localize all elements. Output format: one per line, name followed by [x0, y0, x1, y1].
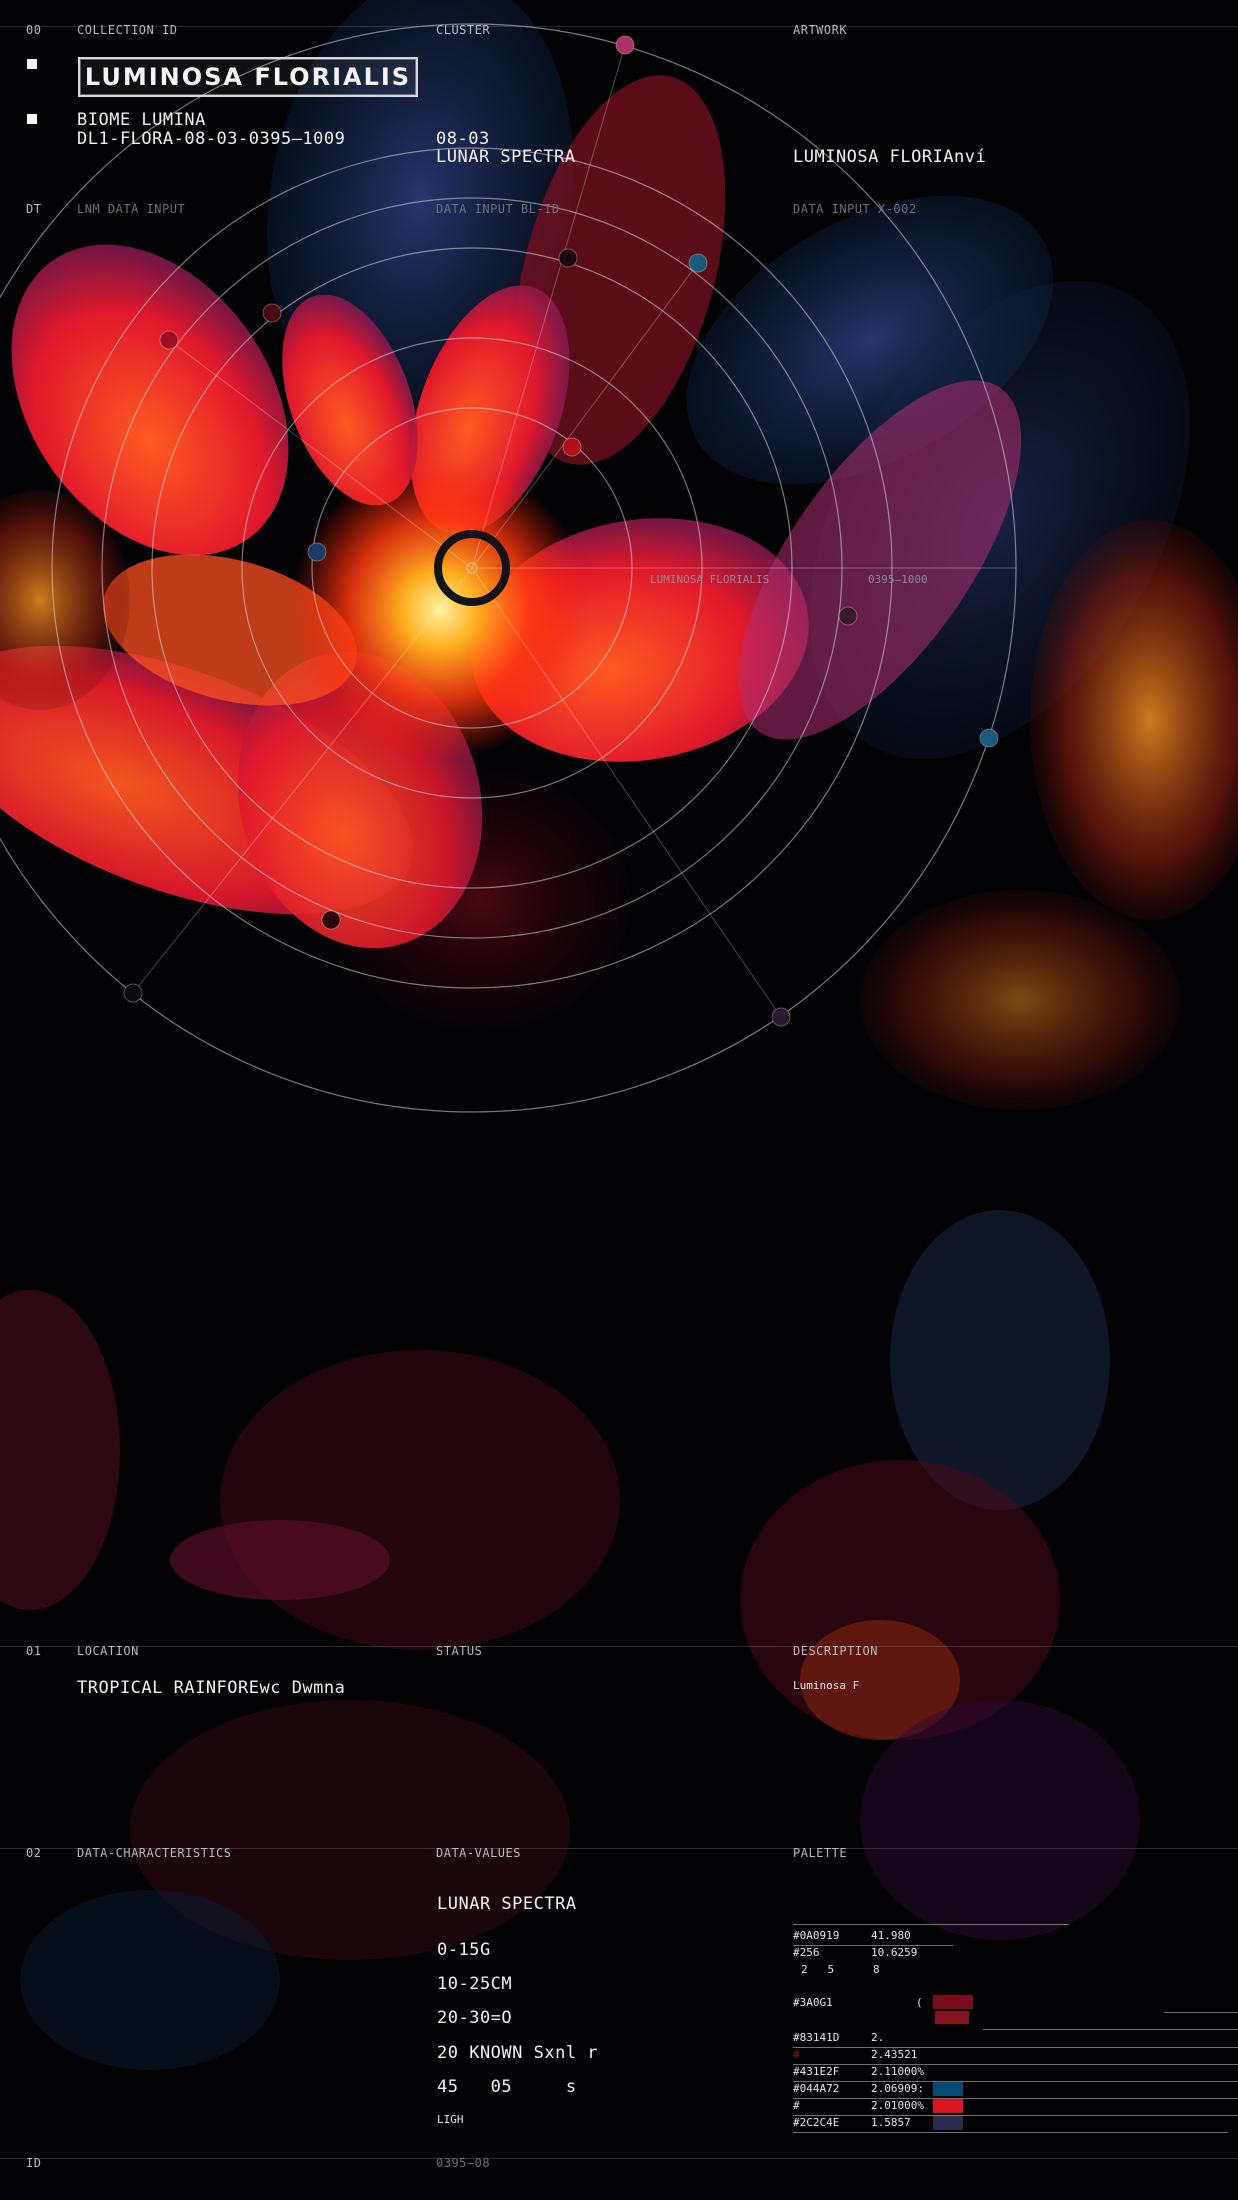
- palette-hex: #: [793, 2099, 800, 2112]
- artwork-label: ARTWORK: [793, 23, 848, 37]
- data-value: 45 05 s: [437, 2077, 577, 2097]
- palette-swatch: [933, 2099, 963, 2113]
- collection-title: LUMINOSA FLORIALIS: [78, 57, 418, 97]
- palette-hex: #044A72: [793, 2082, 840, 2095]
- data-value: 20 KNOWN Sxnl r: [437, 2043, 599, 2063]
- palette-line: [983, 2029, 1238, 2030]
- palette-hex: #83141D: [793, 2031, 840, 2044]
- footer-code: 0395–08: [436, 2156, 491, 2170]
- data-value: 20-30=O: [437, 2008, 513, 2028]
- data-row-index: 02: [26, 1846, 42, 1860]
- location-index: 01: [26, 1644, 42, 1658]
- spectra-value: LUNAR SPECTRA: [437, 1894, 577, 1914]
- palette-hex: #0A0919: [793, 1929, 840, 1942]
- data-value: 10-25CM: [437, 1974, 513, 1994]
- palette-swatch: [933, 2082, 963, 2096]
- palette-hex: #3A0G1: [793, 1996, 833, 2009]
- description-value: Luminosa F: [793, 1679, 860, 1692]
- palette-swatch: [935, 2011, 969, 2024]
- data-input-col2: DATA INPUT BL-ID: [436, 202, 560, 216]
- palette-label: PALETTE: [793, 1846, 848, 1860]
- header-index: 00: [26, 23, 42, 37]
- palette-hex: #431E2F: [793, 2065, 840, 2078]
- palette-hex: 2 5: [801, 1963, 835, 1976]
- collection-code: DL1-FLORA-08-03-0395–1009: [77, 129, 346, 149]
- palette-swatch: [933, 1995, 973, 2009]
- data-input-col1: LNM DATA INPUT: [77, 202, 186, 216]
- row01-rule: [0, 1646, 1238, 1647]
- flower-artwork: [0, 0, 1238, 2200]
- palette-hex: #2C2C4E: [793, 2116, 840, 2129]
- palette-top-line: [793, 1924, 1069, 1925]
- palette-value: 10.6259: [871, 1946, 918, 1959]
- palette-value: 2.06909:: [871, 2082, 924, 2095]
- bullet-square: [27, 114, 37, 124]
- description-label: DESCRIPTION: [793, 1644, 878, 1658]
- palette-value: 2.43521: [871, 2048, 918, 2061]
- data-value: 0-15G: [437, 1940, 491, 1960]
- cluster-value-2: LUNAR SPECTRA: [436, 147, 576, 167]
- bullet-square: [27, 59, 37, 69]
- reticle-label-code: 0395–1000: [868, 573, 928, 586]
- palette-value: 2.: [871, 2031, 885, 2044]
- palette-hex: #256: [793, 1946, 820, 1959]
- reticle-label-name: LUMINOSA FLORIALIS: [650, 573, 770, 586]
- status-label: STATUS: [436, 1644, 483, 1658]
- characteristics-label: DATA-CHARACTERISTICS: [77, 1846, 232, 1860]
- top-rule: [0, 26, 1238, 27]
- palette-value: 1.5857: [871, 2116, 911, 2129]
- palette-row: 2 5 8: [793, 1963, 880, 1979]
- data-input-col3: DATA INPUT X-002: [793, 202, 917, 216]
- light-label: LIGH: [437, 2113, 464, 2126]
- palette-hex: #: [793, 2048, 800, 2061]
- location-label: LOCATION: [77, 1644, 139, 1658]
- cluster-label: CLUSTER: [436, 23, 491, 37]
- data-values-label: DATA-VALUES: [436, 1846, 521, 1860]
- footer-index: ID: [26, 2156, 42, 2170]
- palette-line: [1164, 2012, 1238, 2013]
- palette-swatch: [933, 2116, 963, 2130]
- location-value: TROPICAL RAINFOREwc Dwmna: [77, 1678, 346, 1698]
- footer-rule: [0, 2158, 1238, 2159]
- data-input-index: DT: [26, 202, 42, 216]
- palette-value: 2.11000%: [871, 2065, 924, 2078]
- artwork-value: LUMINOSA FLORIAnví: [793, 147, 987, 167]
- collection-id-label: COLLECTION ID: [77, 23, 178, 37]
- cluster-value-1: 08-03: [436, 129, 490, 149]
- palette-value: 8: [873, 1963, 880, 1976]
- palette-value: 2.01000%: [871, 2099, 924, 2112]
- biome-name: BIOME LUMINA: [77, 110, 206, 130]
- palette-value: 41.980: [871, 1929, 911, 1942]
